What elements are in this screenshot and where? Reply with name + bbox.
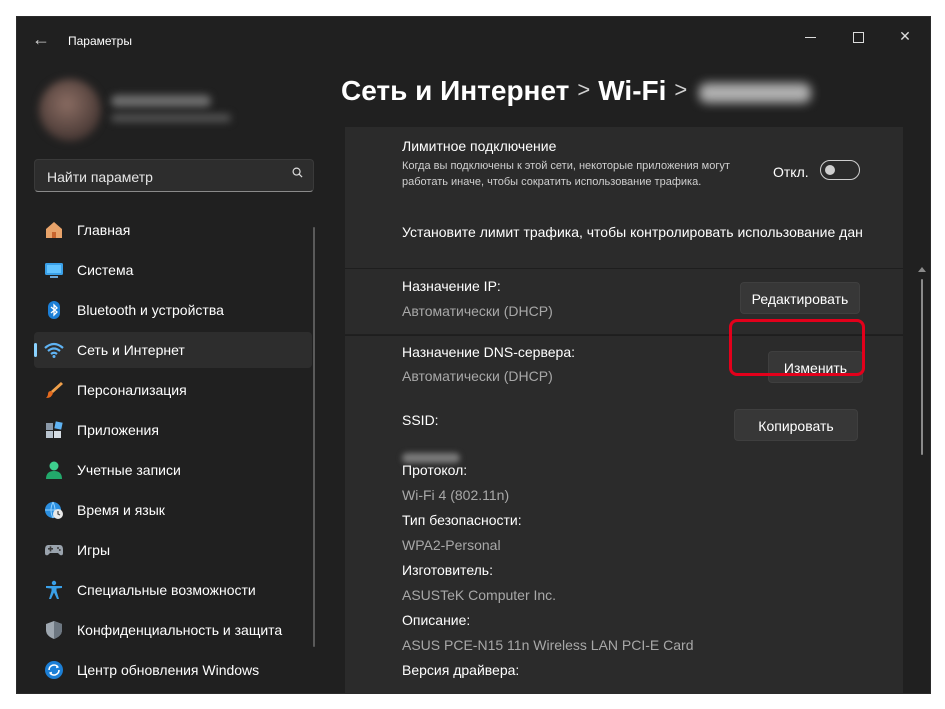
metered-description: Когда вы подключены к этой сети, некотор…	[402, 160, 730, 188]
breadcrumb-wifi[interactable]: Wi-Fi	[598, 75, 666, 106]
maximize-button[interactable]	[835, 21, 881, 51]
protocol-label: Протокол:	[402, 462, 468, 478]
sidebar-item-label: Игры	[77, 542, 111, 558]
breadcrumb-network[interactable]: Сеть и Интернет	[341, 75, 569, 106]
search-input[interactable]	[45, 160, 279, 193]
monitor-icon	[45, 263, 63, 278]
highlight-box	[729, 319, 865, 376]
scroll-up-icon[interactable]	[918, 267, 926, 272]
sidebar-item-label: Сеть и Интернет	[77, 342, 185, 358]
sidebar-item-label: Персонализация	[77, 382, 187, 398]
sidebar-item-label: Главная	[77, 222, 131, 238]
minimize-button[interactable]	[787, 21, 833, 51]
avatar[interactable]	[39, 79, 101, 141]
search-icon[interactable]	[292, 167, 303, 178]
search-box[interactable]	[34, 159, 314, 193]
chevron-right-icon: >	[577, 77, 591, 102]
wifi-icon	[44, 342, 64, 358]
sidebar-item-gaming[interactable]: Игры	[34, 532, 312, 568]
back-arrow-icon[interactable]: ←	[29, 27, 53, 51]
metered-title: Лимитное подключение	[402, 138, 557, 154]
globe-clock-icon	[45, 501, 63, 519]
app-title: Параметры	[68, 34, 132, 48]
sidebar-item-bluetooth[interactable]: Bluetooth и устройства	[34, 292, 312, 328]
dns-value: Автоматически (DHCP)	[402, 368, 553, 384]
manufacturer-value: ASUSTeK Computer Inc.	[402, 587, 557, 603]
shield-icon	[46, 621, 62, 639]
sidebar-item-network[interactable]: Сеть и Интернет	[34, 332, 312, 368]
gamepad-icon	[45, 545, 63, 556]
manufacturer-label: Изготовитель:	[402, 562, 493, 578]
content-scrollbar[interactable]	[921, 279, 923, 455]
sidebar-item-label: Специальные возможности	[77, 582, 256, 598]
ip-value: Автоматически (DHCP)	[402, 303, 553, 319]
properties-card: Назначение DNS-сервера: Автоматически (D…	[345, 335, 903, 693]
sidebar-item-personalization[interactable]: Персонализация	[34, 372, 312, 408]
close-button[interactable]: ✕	[882, 21, 928, 51]
copy-button[interactable]: Копировать	[734, 409, 858, 441]
ssid-label: SSID:	[402, 412, 439, 428]
metered-toggle-label: Откл.	[773, 164, 809, 180]
accessibility-icon	[46, 580, 62, 599]
driver-label: Версия драйвера:	[402, 662, 520, 678]
sidebar-item-label: Конфиденциальность и защита	[77, 622, 283, 638]
breadcrumb: Сеть и Интернет > Wi-Fi >	[341, 75, 812, 107]
sidebar-item-time-language[interactable]: Время и язык	[34, 492, 312, 528]
security-value: WPA2-Personal	[402, 537, 501, 553]
description-value: ASUS PCE-N15 11n Wireless LAN PCI-E Card	[402, 637, 694, 653]
security-label: Тип безопасности:	[402, 512, 522, 528]
sidebar-scrollbar[interactable]	[313, 227, 315, 647]
profile-email-blurred	[111, 114, 231, 122]
edit-ip-button[interactable]: Редактировать	[740, 282, 860, 314]
sidebar-item-home[interactable]: Главная	[34, 212, 312, 248]
chevron-right-icon: >	[674, 77, 688, 102]
dns-label: Назначение DNS-сервера:	[402, 344, 575, 360]
brush-icon	[46, 382, 63, 398]
sidebar-item-label: Учетные записи	[77, 462, 181, 478]
sidebar-item-privacy[interactable]: Конфиденциальность и защита	[34, 612, 312, 648]
close-icon: ✕	[899, 28, 911, 44]
person-icon	[46, 461, 62, 479]
minimize-icon	[804, 36, 816, 38]
apps-icon	[46, 421, 63, 438]
home-icon	[46, 222, 62, 238]
sidebar-item-label: Система	[77, 262, 134, 278]
sidebar-item-label: Время и язык	[77, 502, 165, 518]
update-icon	[45, 661, 63, 679]
data-limit-link[interactable]: Установите лимит трафика, чтобы контроли…	[402, 224, 863, 240]
toggle-knob	[825, 165, 835, 175]
ip-label: Назначение IP:	[402, 278, 501, 294]
network-name-blurred	[699, 82, 812, 103]
protocol-value: Wi-Fi 4 (802.11n)	[402, 487, 510, 503]
sidebar-item-label: Центр обновления Windows	[77, 662, 260, 678]
sidebar-item-label: Bluetooth и устройства	[77, 302, 224, 318]
profile-name-blurred	[111, 95, 211, 107]
metered-connection-card: Лимитное подключение Когда вы подключены…	[345, 127, 903, 268]
sidebar-item-label: Приложения	[77, 422, 159, 438]
sidebar-item-apps[interactable]: Приложения	[34, 412, 312, 448]
sidebar-item-system[interactable]: Система	[34, 252, 312, 288]
description-label: Описание:	[402, 612, 471, 628]
bluetooth-icon	[48, 301, 60, 319]
sidebar-item-accessibility[interactable]: Специальные возможности	[34, 572, 312, 608]
sidebar-item-accounts[interactable]: Учетные записи	[34, 452, 312, 488]
sidebar-item-windows-update[interactable]: Центр обновления Windows	[34, 652, 312, 688]
maximize-icon	[852, 31, 864, 43]
sidebar-nav: Главная Система Bluetooth и устройства С…	[34, 212, 312, 692]
metered-toggle[interactable]	[820, 160, 860, 180]
